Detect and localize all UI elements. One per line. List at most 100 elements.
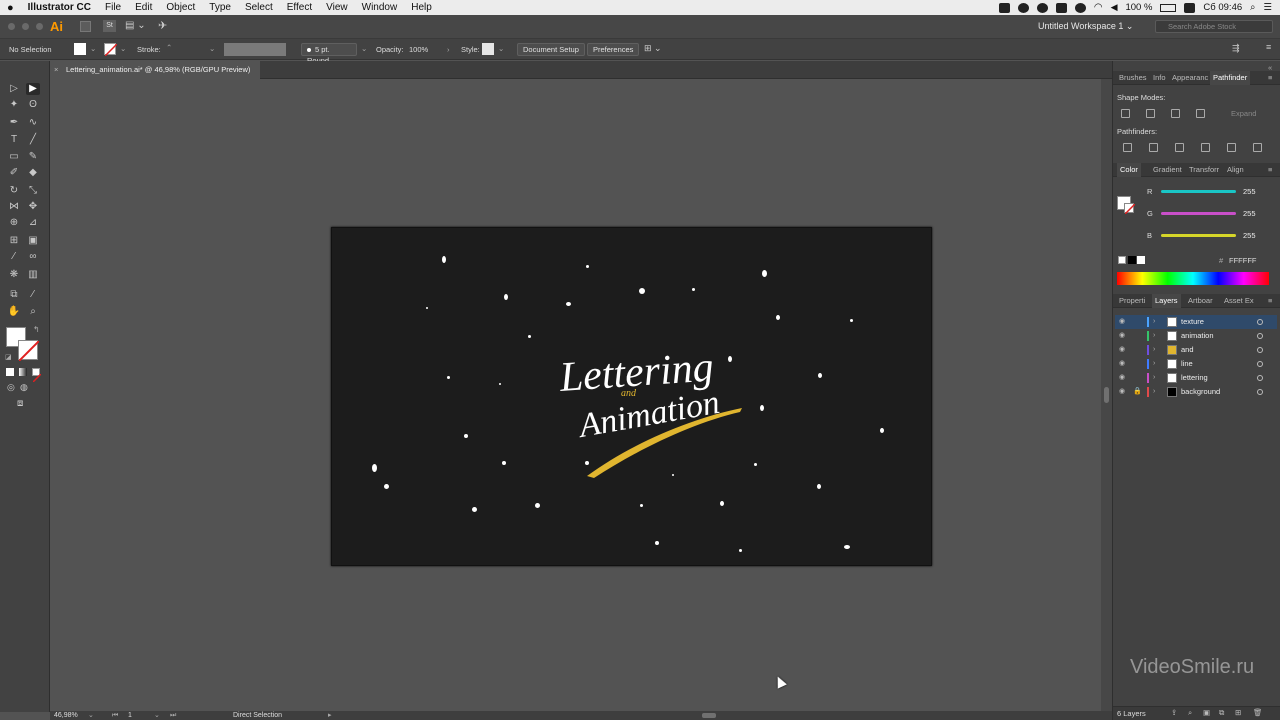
gpu-performance-icon[interactable]: ✈ [158, 19, 167, 32]
opacity-arrow-icon[interactable]: › [447, 45, 450, 54]
swap-fill-stroke-icon[interactable]: ↰ [33, 325, 40, 334]
first-artboard-icon[interactable]: ⏮ [112, 711, 118, 720]
telegram-icon[interactable] [1036, 2, 1048, 13]
tab-appearance[interactable]: Appearanc [1172, 71, 1208, 85]
expand-chevron-icon[interactable]: › [1153, 371, 1155, 385]
tab-brushes[interactable]: Brushes [1119, 71, 1147, 85]
channel-b-slider[interactable] [1161, 234, 1236, 237]
visibility-eye-icon[interactable]: ◉ [1119, 315, 1125, 329]
zoom-level-input[interactable]: 46,98% [54, 711, 78, 720]
paintbrush-tool-icon[interactable]: ✎ [26, 151, 40, 163]
rectangle-tool-icon[interactable]: ▭ [7, 151, 21, 163]
canvas-area[interactable]: Lettering and Animation [50, 79, 1101, 711]
stock-button[interactable]: St [103, 20, 116, 32]
selection-tool-icon[interactable]: ▷ [7, 83, 21, 95]
default-fill-stroke-icon[interactable]: ◪ [5, 353, 12, 361]
layer-name[interactable]: and [1181, 343, 1194, 357]
close-tab-icon[interactable]: × [54, 61, 58, 79]
divide-icon[interactable] [1123, 143, 1132, 152]
direct-selection-tool-icon[interactable]: ▶ [26, 83, 40, 95]
tab-artboards[interactable]: Artboar [1188, 294, 1213, 308]
delete-layer-icon[interactable]: 🗑 [1253, 708, 1263, 717]
layer-name[interactable]: lettering [1181, 371, 1208, 385]
menu-effect[interactable]: Effect [280, 2, 319, 13]
stroke-weight-dropdown-icon[interactable]: ⌄ [209, 44, 215, 53]
creative-cloud-icon[interactable] [1055, 2, 1067, 13]
document-tab[interactable]: × Lettering_animation.ai* @ 46,98% (RGB/… [50, 61, 261, 79]
clipping-mask-icon[interactable]: ▣ [1203, 708, 1210, 717]
target-circle-icon[interactable] [1257, 389, 1263, 395]
menu-view[interactable]: View [319, 2, 355, 13]
arrange-documents-icon[interactable]: ▤ ⌄ [125, 20, 146, 31]
outline-icon[interactable] [1227, 143, 1236, 152]
spotlight-icon[interactable]: ⌕ [1250, 2, 1255, 13]
fill-dropdown-icon[interactable]: ⌄ [90, 44, 96, 53]
tab-gradient[interactable]: Gradient [1153, 163, 1182, 177]
new-layer-icon[interactable]: ⊞ [1235, 708, 1241, 717]
control-bar-options-icon[interactable]: ⇶ [1232, 43, 1240, 54]
channel-b-value[interactable]: 255 [1243, 231, 1256, 240]
expand-chevron-icon[interactable]: › [1153, 343, 1155, 357]
dropbox-icon[interactable] [998, 2, 1010, 13]
visibility-eye-icon[interactable]: ◉ [1119, 385, 1125, 399]
gradient-mode-icon[interactable] [19, 368, 27, 376]
layer-name[interactable]: line [1181, 357, 1193, 371]
perspective-grid-tool-icon[interactable]: ⊿ [26, 217, 40, 229]
stroke-swatch[interactable] [104, 43, 118, 57]
menu-edit[interactable]: Edit [128, 2, 159, 13]
tab-align[interactable]: Align [1227, 163, 1244, 177]
shaper-tool-icon[interactable]: ✐ [7, 167, 21, 179]
layer-row[interactable]: ◉ › and [1115, 343, 1277, 357]
screen-mode-icon[interactable]: ⧈ [17, 398, 23, 409]
apple-icon[interactable]: ● [0, 2, 21, 14]
layer-row[interactable]: ◉ › texture [1115, 315, 1277, 329]
menu-select[interactable]: Select [238, 2, 280, 13]
expand-chevron-icon[interactable]: › [1153, 357, 1155, 371]
hex-input[interactable]: FFFFFF [1229, 256, 1257, 265]
style-dropdown-icon[interactable]: ⌄ [498, 44, 504, 53]
fill-swatch[interactable] [74, 43, 86, 55]
next-artboard-icon[interactable]: ⏭ [170, 711, 176, 720]
width-tool-icon[interactable]: ⋈ [7, 201, 21, 213]
gradient-tool-icon[interactable]: ▣ [26, 235, 40, 247]
menu-object[interactable]: Object [159, 2, 202, 13]
color-spectrum[interactable] [1117, 272, 1269, 285]
blend-tool-icon[interactable]: ∞ [26, 251, 40, 263]
wifi-icon[interactable]: ◠ [1094, 2, 1103, 13]
battery-icon[interactable] [1160, 3, 1177, 12]
bridge-icon[interactable] [80, 21, 91, 32]
expand-button[interactable]: Expand [1231, 109, 1256, 118]
tab-pathfinder[interactable]: Pathfinder [1210, 71, 1251, 85]
zoom-dropdown-icon[interactable]: ⌄ [88, 711, 94, 720]
drawing-mode-icon[interactable]: ◎ [7, 382, 15, 393]
tab-layers[interactable]: Layers [1152, 294, 1181, 308]
pen-tool-icon[interactable]: ✒ [7, 117, 21, 129]
workspace-switcher[interactable]: Untitled Workspace 1 ⌄ [1038, 21, 1133, 32]
layer-row[interactable]: ◉ 🔒 › background [1115, 385, 1277, 399]
stroke-weight-stepper[interactable]: ⌃ [166, 43, 172, 52]
column-graph-tool-icon[interactable]: ▥ [26, 269, 40, 281]
control-bar-menu-icon[interactable]: ≡ [1266, 42, 1271, 52]
zoom-tool-icon[interactable]: ⌕ [26, 306, 40, 318]
window-close-icon[interactable] [8, 23, 15, 30]
visibility-eye-icon[interactable]: ◉ [1119, 371, 1125, 385]
arrange-icon[interactable]: ⊞ ⌄ [644, 43, 662, 54]
puppet-warp-tool-icon[interactable]: ✥ [26, 201, 40, 213]
artboard[interactable]: Lettering and Animation [331, 227, 932, 566]
channel-r-slider[interactable] [1161, 190, 1236, 193]
brush-dropdown-icon[interactable]: ⌄ [361, 44, 367, 53]
brush-definition-dropdown[interactable]: 5 pt. Round [301, 43, 357, 65]
app-menu[interactable]: Illustrator CC [21, 2, 98, 13]
menu-help[interactable]: Help [404, 2, 439, 13]
tab-transform[interactable]: Transforr [1189, 163, 1219, 177]
menu-window[interactable]: Window [355, 2, 405, 13]
color-mode-icon[interactable] [6, 368, 14, 376]
layer-row[interactable]: ◉ › lettering [1115, 371, 1277, 385]
target-circle-icon[interactable] [1257, 375, 1263, 381]
menu-file[interactable]: File [98, 2, 128, 13]
opacity-input[interactable]: 100% [409, 45, 428, 54]
stroke-color-box[interactable] [18, 340, 40, 362]
eraser-tool-icon[interactable]: ◆ [26, 167, 40, 179]
minus-front-icon[interactable] [1146, 109, 1155, 118]
color-menu-icon[interactable]: ≡ [1268, 163, 1272, 177]
